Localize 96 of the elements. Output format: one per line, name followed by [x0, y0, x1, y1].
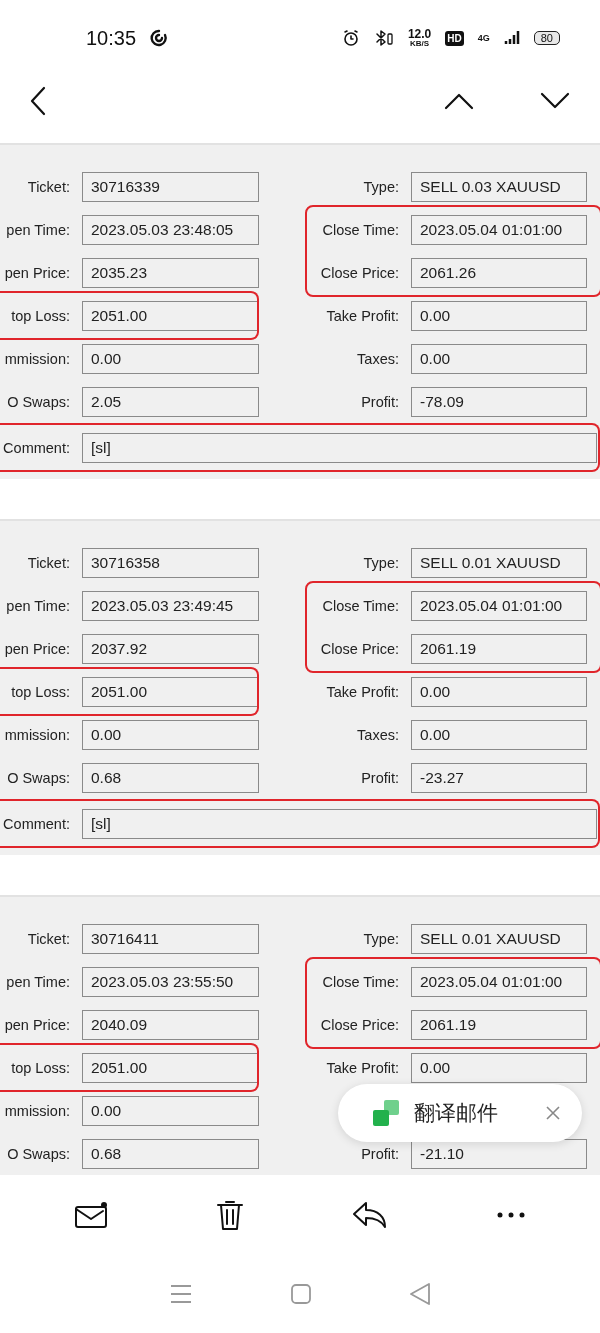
field-label: O Swaps: — [6, 769, 70, 786]
field-label: O Swaps: — [6, 1145, 70, 1162]
value-field: 0.00 — [82, 719, 259, 750]
value-field: 2023.05.03 23:55:50 — [82, 966, 259, 997]
field-label: Close Price: — [319, 640, 399, 657]
field-label: pen Time: — [5, 973, 70, 990]
field-label: Taxes: — [356, 350, 399, 367]
close-icon[interactable] — [546, 1106, 560, 1120]
value-field: 2051.00 — [82, 676, 259, 707]
value-field: 0.00 — [411, 300, 587, 331]
translate-icon — [372, 1099, 400, 1127]
field-label: mmission: — [3, 726, 70, 743]
comment-field: [sl] — [82, 432, 597, 463]
field-label: top Loss: — [10, 683, 70, 700]
value-field: 0.00 — [411, 343, 587, 374]
field-label: Take Profit: — [325, 683, 399, 700]
clock-time: 10:35 — [86, 26, 137, 50]
alarm-icon — [341, 29, 360, 47]
field-label: Close Price: — [319, 1016, 399, 1033]
value-field: 30716358 — [82, 547, 259, 578]
field-label: mmission: — [3, 350, 70, 367]
field-label: Profit: — [360, 1145, 399, 1162]
field-label: Take Profit: — [325, 1059, 399, 1076]
mail-unread-icon[interactable] — [74, 1201, 108, 1229]
value-field: 2035.23 — [82, 257, 259, 288]
value-field: 30716339 — [82, 171, 259, 202]
translate-toast[interactable]: 翻译邮件 — [338, 1084, 582, 1142]
field-label: Close Time: — [321, 597, 399, 614]
value-field: 2051.00 — [82, 300, 259, 331]
back-triangle-icon[interactable] — [410, 1283, 431, 1305]
value-field: 2061.26 — [411, 257, 587, 288]
field-label: Type: — [362, 178, 399, 195]
field-label: Close Price: — [319, 264, 399, 281]
signal-icon — [503, 30, 520, 46]
field-label: pen Price: — [3, 640, 70, 657]
field-label: Type: — [362, 554, 399, 571]
value-field: SELL 0.01 XAUUSD — [411, 923, 587, 954]
hd-badge: HD — [445, 30, 464, 46]
network-speed: 12.0 KB/S — [407, 28, 432, 48]
value-field: 2051.00 — [82, 1052, 259, 1083]
network-type: 4G — [477, 33, 490, 43]
field-label: Comment: — [2, 439, 70, 456]
battery-level: 80 — [533, 31, 560, 45]
field-label: pen Price: — [3, 264, 70, 281]
value-field: 0.68 — [82, 1138, 259, 1169]
back-button[interactable] — [28, 86, 48, 116]
value-field: 2023.05.04 01:01:00 — [411, 214, 587, 245]
value-field: 0.00 — [411, 719, 587, 750]
next-button[interactable] — [540, 92, 570, 110]
field-label: pen Price: — [3, 1016, 70, 1033]
toast-text: 翻译邮件 — [414, 1100, 499, 1126]
previous-button[interactable] — [444, 92, 474, 110]
home-icon[interactable] — [291, 1284, 311, 1304]
field-label: Take Profit: — [325, 307, 399, 324]
value-field: 2037.92 — [82, 633, 259, 664]
value-field: 0.00 — [82, 1095, 259, 1126]
value-field: 2023.05.04 01:01:00 — [411, 590, 587, 621]
field-label: Comment: — [2, 815, 70, 832]
value-field: 30716411 — [82, 923, 259, 954]
menu-icon[interactable] — [169, 1284, 192, 1304]
value-field: -23.27 — [411, 762, 587, 793]
field-label: top Loss: — [10, 307, 70, 324]
field-label: Close Time: — [321, 973, 399, 990]
value-field: SELL 0.01 XAUUSD — [411, 547, 587, 578]
field-label: mmission: — [3, 1102, 70, 1119]
value-field: 2023.05.03 23:48:05 — [82, 214, 259, 245]
field-label: Profit: — [360, 393, 399, 410]
field-label: Profit: — [360, 769, 399, 786]
comment-field: [sl] — [82, 808, 597, 839]
field-label: Taxes: — [356, 726, 399, 743]
field-label: top Loss: — [10, 1059, 70, 1076]
value-field: 0.00 — [411, 676, 587, 707]
delete-icon[interactable] — [216, 1199, 244, 1231]
value-field: 2061.19 — [411, 633, 587, 664]
field-label: pen Time: — [5, 221, 70, 238]
bluetooth-icon — [373, 29, 394, 47]
field-label: Ticket: — [26, 554, 70, 571]
value-field: SELL 0.03 XAUUSD — [411, 171, 587, 202]
value-field: 2061.19 — [411, 1009, 587, 1040]
value-field: 0.00 — [82, 343, 259, 374]
value-field: 2023.05.04 01:01:00 — [411, 966, 587, 997]
field-label: pen Time: — [5, 597, 70, 614]
field-label: Type: — [362, 930, 399, 947]
value-field: 2.05 — [82, 386, 259, 417]
field-label: Ticket: — [26, 178, 70, 195]
value-field: 2040.09 — [82, 1009, 259, 1040]
value-field: 2023.05.03 23:49:45 — [82, 590, 259, 621]
value-field: 0.68 — [82, 762, 259, 793]
field-label: Ticket: — [26, 930, 70, 947]
more-icon[interactable] — [496, 1211, 526, 1219]
reply-icon[interactable] — [352, 1200, 388, 1230]
value-field: -78.09 — [411, 386, 587, 417]
field-label: O Swaps: — [6, 393, 70, 410]
swirl-icon — [150, 29, 169, 47]
value-field: 0.00 — [411, 1052, 587, 1083]
field-label: Close Time: — [321, 221, 399, 238]
